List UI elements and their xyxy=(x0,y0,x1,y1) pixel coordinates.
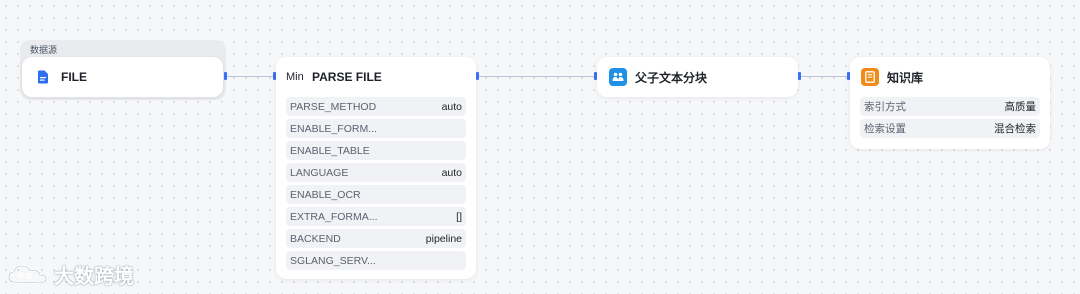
edge-parse-to-chunk xyxy=(478,76,596,77)
param-key: PARSE_METHOD xyxy=(290,100,377,113)
chunk-node[interactable]: 父子文本分块 xyxy=(597,57,798,97)
file-node[interactable]: FILE xyxy=(22,57,223,97)
parse-output-port[interactable] xyxy=(476,72,479,80)
parse-file-node-title: PARSE FILE xyxy=(312,70,382,84)
param-value: auto xyxy=(441,100,462,113)
param-key: LANGUAGE xyxy=(290,166,349,179)
book-icon xyxy=(861,68,879,86)
param-row[interactable]: BACKEND pipeline xyxy=(286,229,466,248)
file-node-title: FILE xyxy=(61,70,87,84)
param-key: 索引方式 xyxy=(864,101,906,113)
parse-file-node[interactable]: Min PARSE FILE PARSE_METHOD auto ENABLE_… xyxy=(276,57,476,279)
param-value: 高质量 xyxy=(1004,101,1037,113)
param-key: 检索设置 xyxy=(864,123,906,135)
chunk-output-port[interactable] xyxy=(798,72,801,80)
param-key: EXTRA_FORMA... xyxy=(290,210,378,223)
param-row[interactable]: ENABLE_FORM... xyxy=(286,119,466,138)
param-key: ENABLE_TABLE xyxy=(290,144,370,157)
edge-chunk-to-kb xyxy=(801,76,849,77)
param-key: ENABLE_OCR xyxy=(290,188,361,201)
param-key: ENABLE_FORM... xyxy=(290,122,377,135)
param-value: auto xyxy=(441,166,462,179)
param-row[interactable]: EXTRA_FORMA... [] xyxy=(286,207,466,226)
watermark-text: 大数跨境 xyxy=(54,266,134,288)
file-output-port[interactable] xyxy=(224,72,227,80)
param-key: SGLANG_SERV... xyxy=(290,254,376,267)
param-row[interactable]: LANGUAGE auto xyxy=(286,163,466,182)
param-row[interactable]: 索引方式 高质量 xyxy=(860,97,1040,116)
param-row[interactable]: ENABLE_OCR xyxy=(286,185,466,204)
people-icon xyxy=(609,68,627,86)
knowledge-base-node[interactable]: 知识库 索引方式 高质量 检索设置 混合检索 xyxy=(850,57,1050,149)
cloud-logo-icon xyxy=(8,264,48,286)
param-row[interactable]: ENABLE_TABLE xyxy=(286,141,466,160)
param-row[interactable]: PARSE_METHOD auto xyxy=(286,97,466,116)
edge-file-to-parse xyxy=(227,76,275,77)
param-row[interactable]: SGLANG_SERV... xyxy=(286,251,466,270)
mineru-logo-icon: Min xyxy=(286,71,304,83)
kb-node-title: 知识库 xyxy=(887,70,924,85)
param-value: 混合检索 xyxy=(994,123,1036,135)
watermark: 大数跨境 xyxy=(8,260,134,289)
param-value: [] xyxy=(456,210,462,223)
param-value: pipeline xyxy=(425,232,462,245)
file-icon xyxy=(37,70,49,84)
param-row[interactable]: 检索设置 混合检索 xyxy=(860,119,1040,138)
param-key: BACKEND xyxy=(290,232,341,245)
source-group-label: 数据源 xyxy=(30,45,58,55)
chunk-node-title: 父子文本分块 xyxy=(635,70,708,85)
